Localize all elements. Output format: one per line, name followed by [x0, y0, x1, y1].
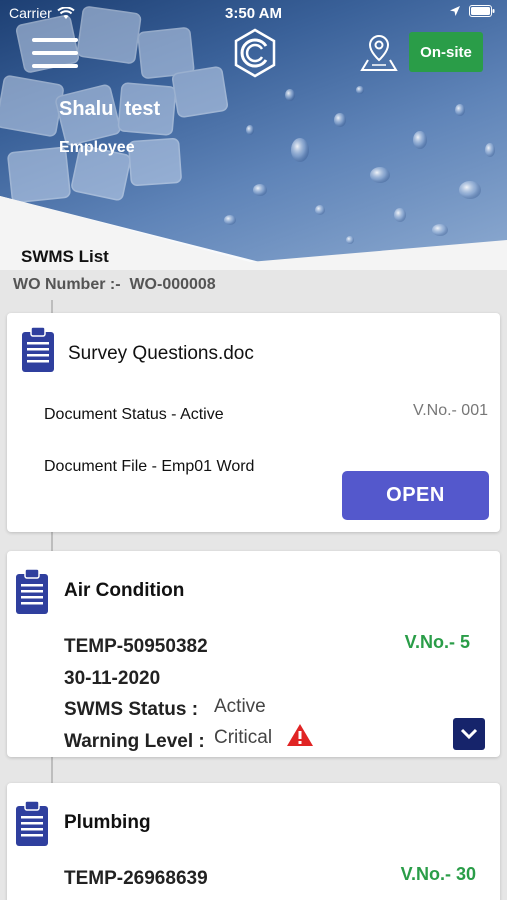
clipboard-icon [16, 800, 48, 846]
swms-template-id: TEMP-26968639 [64, 868, 208, 889]
expand-button[interactable] [453, 718, 485, 750]
clipboard-icon [16, 568, 48, 614]
location-arrow-icon [450, 6, 460, 16]
header-banner: Carrier 3:50 AM On-site Shalu test Emplo… [0, 0, 507, 270]
wo-number: WO Number :- WO-000008 [13, 276, 216, 293]
chevron-down-icon [460, 728, 478, 740]
battery-icon [469, 5, 495, 17]
document-version: V.No.- 001 [412, 402, 488, 419]
clock: 3:50 AM [225, 5, 282, 22]
swms-status-label: SWMS Status : [64, 699, 199, 720]
swms-template-id: TEMP-50950382 [64, 636, 208, 657]
user-role: Employee [59, 139, 135, 156]
swms-version: V.No.- 30 [400, 864, 476, 884]
location-pin-icon[interactable] [360, 32, 398, 74]
swms-date: 30-11-2020 [64, 668, 161, 689]
warning-icon [287, 724, 313, 746]
page-title: SWMS List [21, 247, 109, 266]
status-right [449, 5, 495, 17]
swms-card[interactable]: Air Condition TEMP-50950382 V.No.- 5 30-… [7, 551, 500, 757]
swms-version: V.No.- 5 [404, 632, 470, 652]
swms-title: Air Condition [64, 580, 185, 601]
swms-card[interactable]: Plumbing TEMP-26968639 V.No.- 30 [7, 783, 500, 900]
warning-level-value: Critical [214, 727, 273, 748]
user-name: Shalu test [59, 98, 161, 120]
document-file: Document File - Emp01 Word [44, 458, 255, 475]
warning-level-label: Warning Level : [64, 731, 205, 752]
onsite-button[interactable]: On-site [409, 32, 483, 72]
menu-icon[interactable] [32, 36, 78, 70]
open-button[interactable]: OPEN [342, 471, 489, 520]
document-card[interactable]: Survey Questions.doc Document Status - A… [7, 313, 500, 532]
swms-status-value: Active [214, 696, 266, 717]
swms-title: Plumbing [64, 812, 151, 833]
status-bar: Carrier 3:50 AM [0, 0, 507, 26]
document-status: Document Status - Active [44, 406, 224, 423]
company-logo [234, 28, 276, 78]
document-title: Survey Questions.doc [68, 343, 254, 364]
clipboard-icon [22, 326, 54, 372]
